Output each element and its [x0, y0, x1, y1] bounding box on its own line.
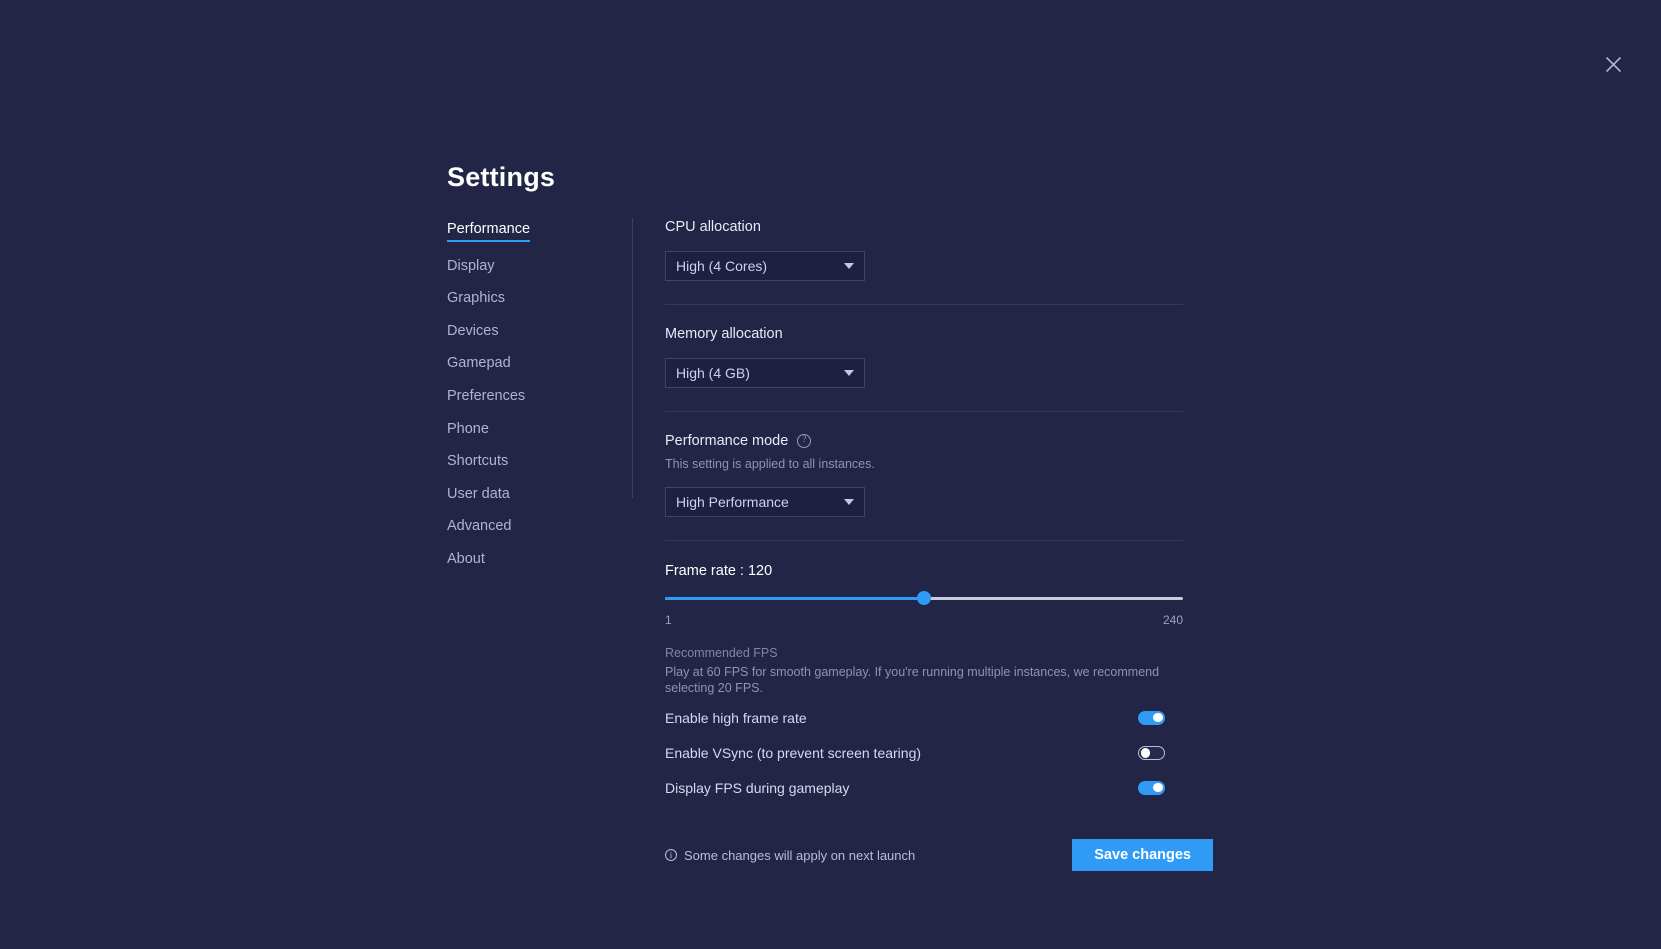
close-icon[interactable]	[1597, 48, 1629, 80]
help-circle-icon[interactable]: ?	[797, 434, 811, 448]
toggle-high-frame-rate[interactable]	[1138, 711, 1165, 725]
slider-max-label: 240	[1163, 613, 1183, 627]
cpu-allocation-label: CPU allocation	[665, 218, 1183, 236]
frame-rate-title: Frame rate : 120	[665, 563, 1183, 579]
toggle-knob	[1153, 783, 1163, 793]
toggle-display-fps[interactable]	[1138, 781, 1165, 795]
toggle-vsync[interactable]	[1138, 746, 1165, 760]
sidebar-item-advanced[interactable]: Advanced	[447, 519, 512, 535]
sidebar-content-divider	[632, 218, 633, 498]
cpu-allocation-select[interactable]: High (4 Cores)	[665, 251, 865, 281]
performance-mode-label: Performance mode	[665, 432, 788, 450]
cpu-allocation-value: High (4 Cores)	[676, 258, 844, 274]
performance-mode-label-row: Performance mode ?	[665, 432, 1183, 450]
sidebar-item-gamepad[interactable]: Gamepad	[447, 356, 511, 372]
recommended-fps-text: Play at 60 FPS for smooth gameplay. If y…	[665, 664, 1165, 696]
sidebar-item-phone[interactable]: Phone	[447, 422, 489, 438]
toggle-label: Enable high frame rate	[665, 710, 807, 726]
toggle-row-vsync: Enable VSync (to prevent screen tearing)	[665, 739, 1165, 766]
slider-range-labels: 1 240	[665, 613, 1183, 627]
info-circle-icon: i	[665, 849, 677, 861]
cpu-allocation-section: CPU allocation High (4 Cores)	[665, 218, 1183, 305]
toggle-label: Enable VSync (to prevent screen tearing)	[665, 745, 921, 761]
page-title: Settings	[447, 162, 555, 193]
frame-rate-section: Frame rate : 120 1 240 Recommended FPS P…	[665, 541, 1183, 871]
sidebar-item-preferences[interactable]: Preferences	[447, 389, 525, 405]
sidebar-item-about[interactable]: About	[447, 552, 485, 568]
slider-fill	[665, 597, 924, 600]
slider-min-label: 1	[665, 613, 672, 627]
memory-allocation-select[interactable]: High (4 GB)	[665, 358, 865, 388]
chevron-down-icon	[844, 263, 854, 269]
recommended-fps-title: Recommended FPS	[665, 646, 1183, 660]
performance-mode-select[interactable]: High Performance	[665, 487, 865, 517]
sidebar-item-display[interactable]: Display	[447, 259, 495, 275]
slider-thumb[interactable]	[917, 591, 931, 605]
chevron-down-icon	[844, 370, 854, 376]
sidebar-item-performance[interactable]: Performance	[447, 222, 530, 242]
settings-sidebar: Performance Display Graphics Devices Gam…	[447, 222, 607, 585]
settings-window: Settings Performance Display Graphics De…	[0, 0, 1661, 949]
sidebar-item-devices[interactable]: Devices	[447, 324, 499, 340]
toggle-row-display-fps: Display FPS during gameplay	[665, 774, 1165, 801]
settings-footer: i Some changes will apply on next launch…	[665, 839, 1213, 871]
sidebar-item-graphics[interactable]: Graphics	[447, 291, 505, 307]
frame-rate-slider[interactable]	[665, 591, 1183, 605]
next-launch-note: i Some changes will apply on next launch	[665, 848, 915, 863]
toggle-knob	[1153, 713, 1163, 723]
toggle-row-high-frame-rate: Enable high frame rate	[665, 704, 1165, 731]
memory-allocation-value: High (4 GB)	[676, 365, 844, 381]
toggle-knob	[1141, 748, 1151, 758]
performance-mode-value: High Performance	[676, 494, 844, 510]
chevron-down-icon	[844, 499, 854, 505]
performance-mode-sublabel: This setting is applied to all instances…	[665, 456, 1183, 472]
memory-allocation-section: Memory allocation High (4 GB)	[665, 305, 1183, 412]
performance-mode-section: Performance mode ? This setting is appli…	[665, 412, 1183, 541]
sidebar-item-user-data[interactable]: User data	[447, 487, 510, 503]
save-changes-button[interactable]: Save changes	[1072, 839, 1213, 871]
memory-allocation-label: Memory allocation	[665, 325, 1183, 343]
toggle-label: Display FPS during gameplay	[665, 780, 849, 796]
next-launch-note-text: Some changes will apply on next launch	[684, 848, 915, 863]
sidebar-item-shortcuts[interactable]: Shortcuts	[447, 454, 508, 470]
settings-content-panel: CPU allocation High (4 Cores) Memory all…	[665, 218, 1183, 871]
